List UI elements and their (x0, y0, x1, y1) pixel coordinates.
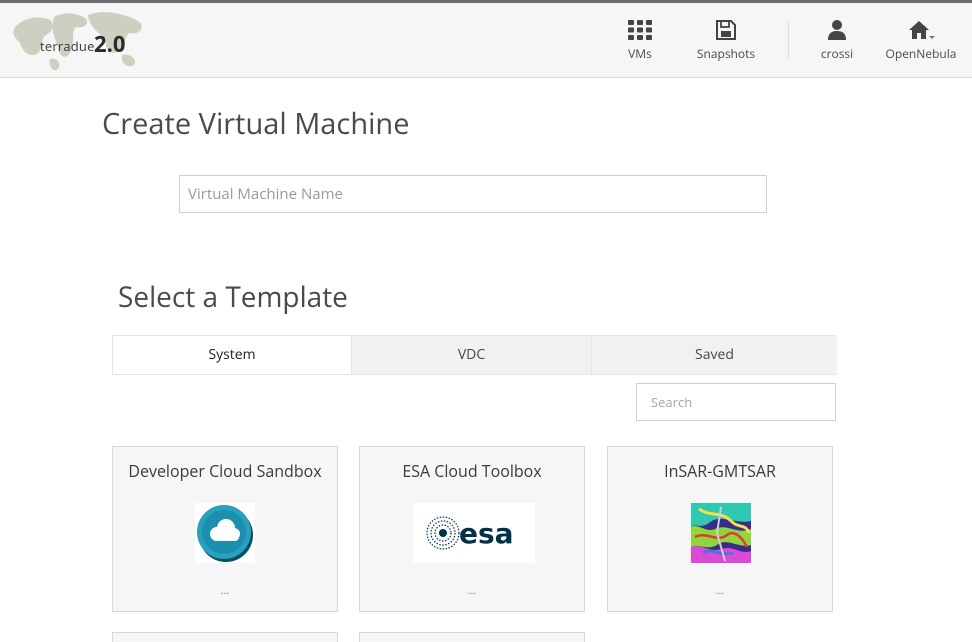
page-title: Create Virtual Machine (102, 104, 410, 143)
template-tabs: System VDC Saved (112, 335, 837, 375)
nav-user-label: crossi (820, 45, 854, 62)
template-card[interactable]: Developer Cloud Sandbox ... (112, 446, 338, 612)
vm-name-input[interactable] (179, 175, 767, 213)
nav-divider (788, 21, 789, 59)
template-card-partial[interactable] (359, 632, 585, 642)
nav-vms-label: VMs (628, 45, 652, 62)
nav-vms[interactable]: VMs (618, 19, 662, 62)
template-card[interactable]: ESA Cloud Toolbox esa ... (359, 446, 585, 612)
logo-wordmark: terradue (40, 37, 95, 55)
template-name: ESA Cloud Toolbox (402, 460, 542, 482)
template-description: ... (715, 583, 725, 598)
cloud-logo-icon (195, 503, 255, 563)
tab-saved[interactable]: Saved (591, 336, 837, 374)
logo-version: 2.0 (94, 29, 126, 59)
template-name: Developer Cloud Sandbox (128, 460, 322, 482)
nav-zone[interactable]: OpenNebula (883, 19, 959, 62)
grid-icon (628, 20, 652, 40)
tab-system[interactable]: System (113, 336, 351, 374)
template-section-title: Select a Template (118, 278, 348, 316)
template-description: ... (220, 583, 230, 598)
top-header: terradue 2.0 VMs Snapshots crossi OpenNe… (0, 3, 972, 78)
template-search-input[interactable] (636, 383, 836, 421)
terradue-logo[interactable]: terradue 2.0 (10, 12, 150, 89)
interferogram-image-icon (691, 503, 751, 563)
user-icon (828, 20, 846, 40)
floppy-disk-icon (716, 20, 736, 40)
tab-vdc[interactable]: VDC (351, 336, 591, 374)
template-card[interactable]: InSAR-GMTSAR ... (607, 446, 833, 612)
template-name: InSAR-GMTSAR (664, 460, 776, 482)
nav-user[interactable]: crossi (815, 19, 859, 62)
svg-text:esa: esa (459, 517, 514, 550)
home-icon (909, 21, 935, 39)
template-card-partial[interactable] (112, 632, 338, 642)
nav-zone-label: OpenNebula (885, 45, 957, 62)
nav-snapshots[interactable]: Snapshots (692, 19, 760, 62)
esa-logo-icon: esa (413, 503, 535, 563)
nav-snapshots-label: Snapshots (696, 45, 756, 62)
template-description: ... (467, 583, 477, 598)
